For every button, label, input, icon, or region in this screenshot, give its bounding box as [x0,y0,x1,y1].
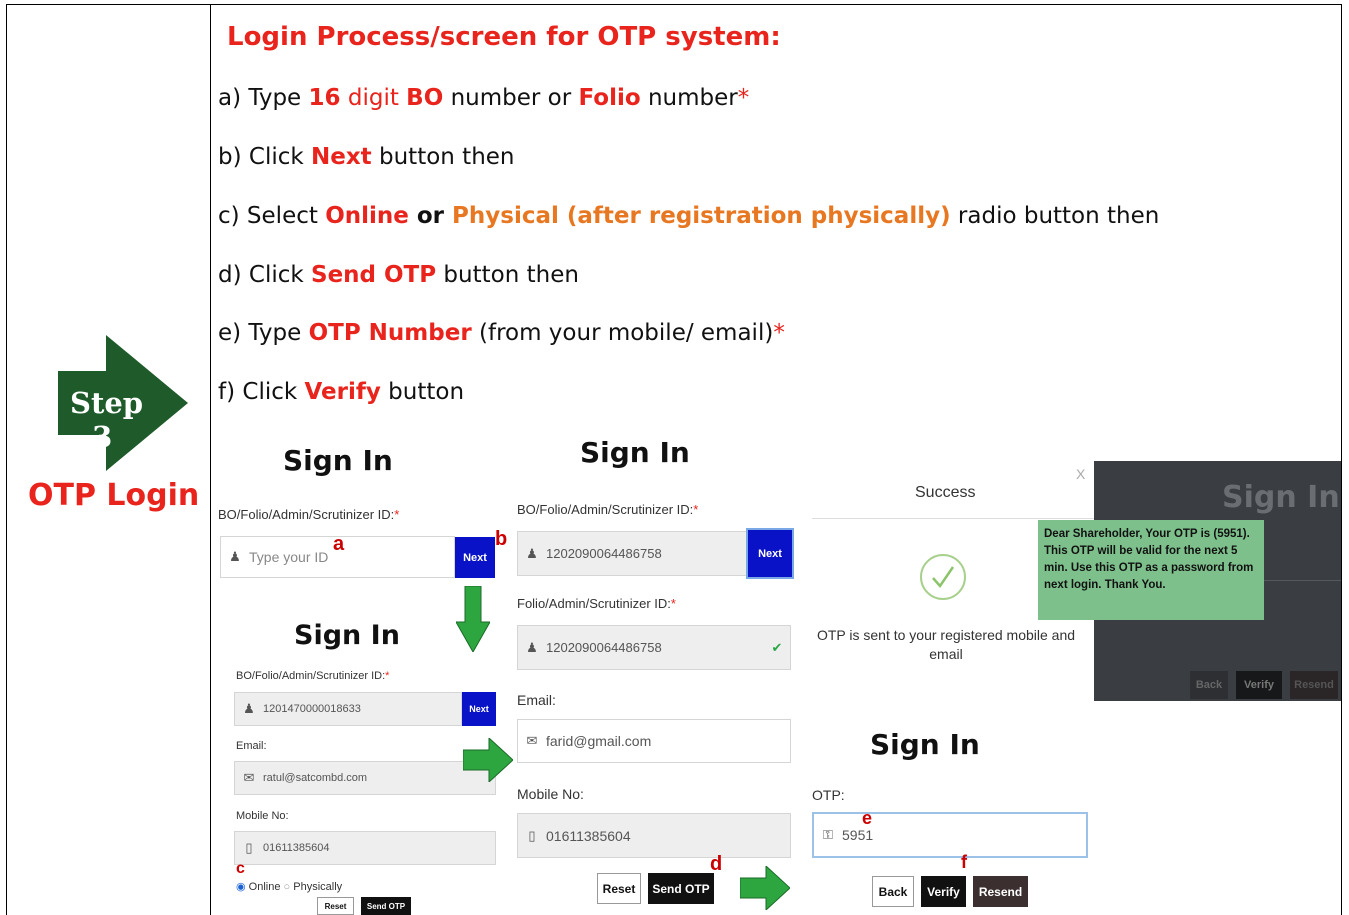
modal-close-button[interactable]: X [1076,466,1085,482]
marker-f: f [961,852,967,872]
user-icon: ♟ [526,545,538,561]
screen3-email-input[interactable]: ✉ farid@gmail.com [517,719,791,763]
screen2-email-input[interactable]: ✉ ratul@satcombd.com [234,761,496,795]
screen4-otp-input[interactable]: ⚿ 5951 [812,812,1088,858]
modal-message: OTP is sent to your registered mobile an… [816,627,1076,662]
backdrop-back-button: Back [1190,671,1228,699]
screen3-id-input[interactable]: ♟ 1202090064486758 [517,531,748,576]
backdrop-verify-button: Verify [1236,671,1282,699]
check-circle-icon [920,554,966,600]
screen2-email-label: Email: [236,740,267,752]
instruction-a: a) Type 16 digit BO number or Folio numb… [218,85,750,111]
instruction-b: b) Click Next button then [218,144,515,170]
screen3-next-button[interactable]: Next [746,528,794,579]
marker-a: a [333,533,345,555]
envelope-icon: ✉ [243,770,255,785]
screen2-mobile-input[interactable]: ▯ 01611385604 [234,831,496,865]
screen3-send-otp-button[interactable]: Send OTP [648,873,714,904]
screen2-radio-group: ◉ Online ○ Physically [236,881,343,893]
instruction-f: f) Click Verify button [218,379,465,405]
right-arrow-icon [463,738,513,782]
user-icon: ♟ [243,701,255,716]
screen2-reset-button[interactable]: Reset [317,897,354,915]
phone-icon: ▯ [528,827,536,843]
screen3-mobile-label: Mobile No: [517,786,584,802]
step-label: Step - 3 [70,386,144,454]
screen2-id-label: BO/Folio/Admin/Scrutinizer ID:* [236,670,390,682]
otp-login-label: OTP Login [28,478,200,513]
check-circle-icon: ✔ [771,639,783,655]
column-divider [210,4,211,915]
page-title: Login Process/screen for OTP system: [227,22,781,52]
screen3-id-label: BO/Folio/Admin/Scrutinizer ID:* [517,502,699,517]
screen1-id-label: BO/Folio/Admin/Scrutinizer ID:* [218,507,400,522]
instruction-c: c) Select Online or Physical (after regi… [218,203,1160,229]
backdrop-signin-title: Sign In [1222,480,1340,515]
radio-physically-icon[interactable]: ○ [284,881,291,893]
instruction-e: e) Type OTP Number (from your mobile/ em… [218,320,785,346]
key-icon: ⚿ [823,827,833,842]
screen3-folio-input[interactable]: ♟ 1202090064486758 ✔ [517,625,791,670]
envelope-icon: ✉ [526,733,538,748]
radio-online-icon[interactable]: ◉ [236,881,246,893]
screen3-mobile-input[interactable]: ▯ 01611385604 [517,813,791,858]
user-icon: ♟ [526,639,538,655]
screen4-back-button[interactable]: Back [872,876,914,907]
screen3-folio-label: Folio/Admin/Scrutinizer ID:* [517,596,676,611]
user-icon: ♟ [229,549,241,564]
screen2-mobile-label: Mobile No: [236,810,289,822]
screen2-id-input[interactable]: ♟ 1201470000018633 [234,692,462,726]
right-arrow-icon [740,866,790,910]
screen4-verify-button[interactable]: Verify [921,876,966,907]
phone-icon: ▯ [245,840,253,855]
modal-title: Success [915,484,976,501]
screen3-title: Sign In [580,436,690,469]
screen4-title: Sign In [870,728,980,761]
screen3-reset-button[interactable]: Reset [597,873,641,904]
marker-e: e [862,808,873,828]
instruction-d: d) Click Send OTP button then [218,262,579,288]
marker-b: b [495,528,508,550]
backdrop-resend-button: Resend [1290,671,1338,699]
down-arrow-icon [456,586,490,652]
screen3-email-label: Email: [517,692,556,708]
screen2-next-button[interactable]: Next [462,692,496,726]
modal-divider [812,518,1094,519]
screen2-title: Sign In [294,620,400,651]
otp-tooltip: Dear Shareholder, Your OTP is (5951). Th… [1038,520,1264,620]
screen2-send-otp-button[interactable]: Send OTP [361,897,411,915]
screen4-resend-button[interactable]: Resend [973,876,1028,907]
marker-c: c [236,860,245,877]
screen1-next-button[interactable]: Next [455,537,495,578]
screen4-otp-label: OTP: [812,787,845,803]
screen1-title: Sign In [283,444,393,477]
